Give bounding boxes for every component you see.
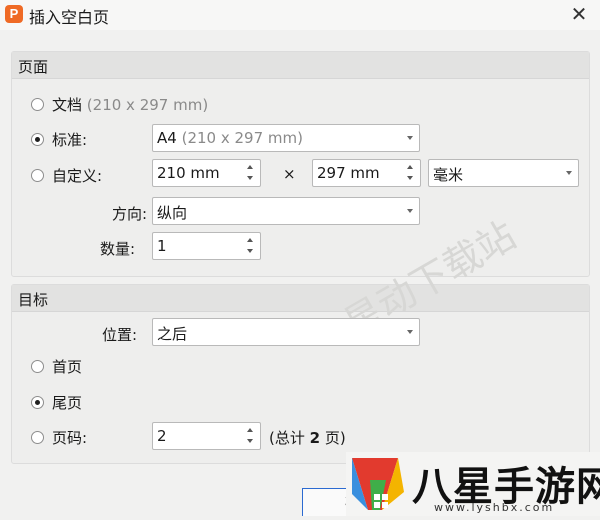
standard-radio[interactable] — [31, 133, 44, 146]
page-number-spin-buttons[interactable] — [244, 424, 258, 448]
close-icon: ✕ — [570, 2, 588, 26]
doc-size-radio[interactable] — [31, 98, 44, 111]
last-page-label[interactable]: 尾页 — [52, 392, 82, 413]
app-logo-icon: P — [5, 5, 23, 23]
custom-label: 自定义: — [52, 167, 103, 185]
page-number-radio[interactable] — [31, 431, 44, 444]
position-value: 之后 — [157, 325, 188, 343]
custom-radio[interactable] — [31, 169, 44, 182]
width-spin-buttons[interactable] — [244, 161, 258, 185]
height-stepper[interactable]: 297 mm — [312, 159, 421, 187]
unit-select[interactable]: 毫米 — [428, 159, 579, 187]
doc-size-value: (210 x 297 mm) — [86, 96, 209, 114]
page-group-header: 页面 — [12, 52, 589, 79]
height-spin-buttons[interactable] — [404, 161, 418, 185]
page-group-title: 页面 — [18, 58, 49, 76]
page-number-value: 2 — [157, 427, 167, 445]
spin-down-icon — [247, 249, 253, 253]
count-stepper[interactable]: 1 — [152, 232, 261, 260]
spin-down-icon — [407, 176, 413, 180]
orientation-select[interactable]: 纵向 — [152, 197, 420, 225]
page-number-label: 页码: — [52, 429, 88, 447]
chevron-down-icon — [407, 209, 413, 213]
spin-up-icon — [247, 428, 253, 432]
page-number-stepper[interactable]: 2 — [152, 422, 261, 450]
height-value: 297 mm — [317, 164, 380, 182]
last-page-radio[interactable] — [31, 396, 44, 409]
first-page-radio[interactable] — [31, 360, 44, 373]
doc-radio-label: 文档 — [52, 96, 83, 114]
times-sign: × — [283, 165, 296, 183]
dialog-title: 插入空白页 — [29, 8, 110, 27]
spin-up-icon — [247, 238, 253, 242]
position-label: 位置: — [102, 326, 138, 344]
site-logo: 八星手游网 www.lyshbx.com — [346, 452, 600, 516]
spin-down-icon — [247, 176, 253, 180]
site-logo-url: www.lyshbx.com — [434, 501, 555, 514]
first-page-label[interactable]: 首页 — [52, 356, 82, 377]
position-select[interactable]: 之后 — [152, 318, 420, 346]
spin-up-icon — [247, 165, 253, 169]
standard-size-select[interactable]: A4 (210 x 297 mm) — [152, 124, 420, 152]
count-spin-buttons[interactable] — [244, 234, 258, 258]
unit-value: 毫米 — [433, 166, 464, 184]
target-group-header: 目标 — [12, 285, 589, 312]
doc-size-option[interactable]: 文档 (210 x 297 mm) — [52, 94, 208, 115]
chevron-down-icon — [566, 171, 572, 175]
spin-up-icon — [407, 165, 413, 169]
chevron-down-icon — [407, 136, 413, 140]
spin-down-icon — [247, 439, 253, 443]
total-pages-count: 2 — [309, 429, 321, 447]
width-stepper[interactable]: 210 mm — [152, 159, 261, 187]
close-button[interactable]: ✕ — [568, 2, 590, 26]
orientation-value: 纵向 — [157, 204, 188, 222]
target-group-title: 目标 — [18, 291, 49, 309]
standard-label: 标准: — [52, 131, 88, 149]
count-value: 1 — [157, 237, 167, 255]
orientation-label: 方向: — [112, 205, 148, 223]
chevron-down-icon — [407, 330, 413, 334]
width-value: 210 mm — [157, 164, 220, 182]
standard-size-value: A4 (210 x 297 mm) — [157, 129, 303, 147]
total-pages-text: (总计 2 页) — [269, 429, 346, 447]
title-bar: P 插入空白页 ✕ — [0, 0, 600, 30]
count-label: 数量: — [100, 240, 136, 258]
